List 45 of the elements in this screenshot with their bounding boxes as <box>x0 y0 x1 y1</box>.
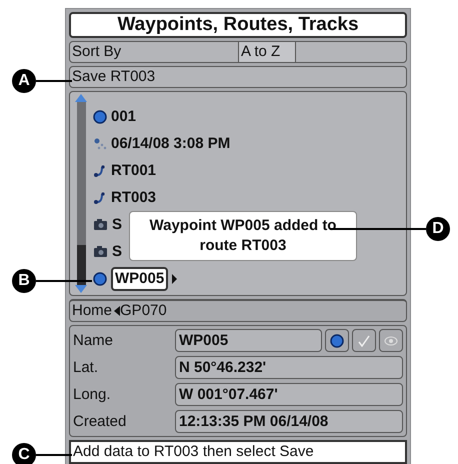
list-item[interactable]: RT001 <box>111 160 156 180</box>
sort-label: Sort By <box>71 42 122 62</box>
field-value[interactable]: W 001°07.467' <box>175 383 403 406</box>
route-line-icon <box>93 164 107 178</box>
list-item[interactable]: 06/14/08 3:08 PM <box>111 134 230 154</box>
list-item[interactable]: RT003 <box>111 188 156 208</box>
list-item[interactable]: 001 <box>111 106 136 126</box>
waypoint-dot-icon <box>93 272 107 286</box>
camera-icon <box>93 218 108 231</box>
eye-icon <box>384 336 398 346</box>
callout-marker: B <box>12 269 36 293</box>
field-value[interactable]: N 50°46.232' <box>175 356 403 379</box>
field-label: Name <box>73 330 114 350</box>
callout-marker: A <box>12 69 36 93</box>
track-dots-icon <box>93 136 107 150</box>
waypoint-dot-icon <box>330 334 344 348</box>
checkmark-icon <box>358 334 370 346</box>
route-line-icon <box>93 190 107 204</box>
list-item[interactable]: S <box>112 242 122 262</box>
list-item[interactable]: S <box>112 214 122 234</box>
breadcrumb-current: GP070 <box>120 301 167 321</box>
scroll-bar[interactable] <box>74 92 88 295</box>
leader-line <box>36 280 92 282</box>
caret-right-icon <box>172 274 178 284</box>
field-label: Lat. <box>73 358 100 378</box>
list-item[interactable]: WP005 <box>111 266 168 290</box>
save-route-button[interactable]: Save RT003 <box>69 66 407 88</box>
breadcrumb-home[interactable]: Home <box>70 301 112 321</box>
check-button[interactable] <box>352 329 376 352</box>
waypoint-symbol-button[interactable] <box>325 329 349 352</box>
field-label: Long. <box>73 384 112 404</box>
field-value[interactable]: WP005 <box>175 329 322 352</box>
screen-title: Waypoints, Routes, Tracks <box>69 12 407 38</box>
camera-icon <box>93 245 108 258</box>
status-bar: Add data to RT003 then select Save <box>69 440 407 464</box>
waypoint-dot-icon <box>93 110 107 124</box>
field-label: Created <box>73 412 128 432</box>
leader-line <box>36 80 72 82</box>
caret-left-icon <box>114 306 120 316</box>
field-value[interactable]: 12:13:35 PM 06/14/08 <box>175 410 403 433</box>
sort-dropdown[interactable]: A to Z <box>238 42 296 62</box>
callout-marker: C <box>12 443 36 464</box>
eye-button[interactable] <box>379 329 403 352</box>
leader-line <box>36 454 72 456</box>
callout-marker: D <box>426 217 450 241</box>
